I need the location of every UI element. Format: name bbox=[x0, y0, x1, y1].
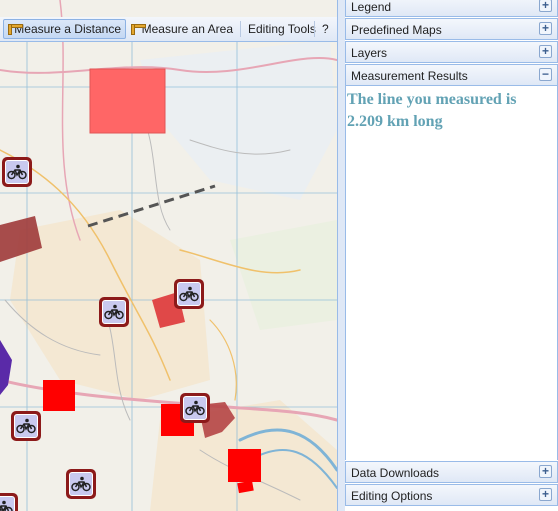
legend-title: Legend bbox=[351, 0, 392, 14]
expand-icon[interactable]: + bbox=[539, 488, 552, 501]
measurement-results-body: The line you measured is 2.209 km long bbox=[345, 86, 558, 460]
toolbar-separator bbox=[240, 21, 241, 37]
editing-tools-button[interactable]: Editing Tools bbox=[244, 19, 316, 39]
cycling-icon bbox=[16, 418, 36, 434]
side-panel: Legend + Predefined Maps + Layers + Meas… bbox=[345, 0, 558, 511]
expand-icon[interactable]: + bbox=[539, 22, 552, 35]
editing-options-panel-header[interactable]: Editing Options + bbox=[345, 484, 558, 506]
map-toolbar: Measure a Distance Measure an Area Editi… bbox=[0, 17, 337, 42]
cycling-poi[interactable] bbox=[11, 411, 41, 441]
expand-icon[interactable]: + bbox=[539, 0, 552, 12]
cycling-poi[interactable] bbox=[0, 493, 18, 511]
map-canvas[interactable]: Measure a Distance Measure an Area Editi… bbox=[0, 0, 337, 511]
measure-distance-button[interactable]: Measure a Distance bbox=[3, 19, 126, 39]
cycling-icon bbox=[104, 304, 124, 320]
cycling-icon bbox=[7, 164, 27, 180]
cycling-poi[interactable] bbox=[66, 469, 96, 499]
measure-area-label: Measure an Area bbox=[141, 22, 233, 36]
help-button[interactable]: ? bbox=[318, 19, 334, 39]
legend-panel-header[interactable]: Legend + bbox=[345, 0, 558, 17]
measure-area-icon bbox=[131, 23, 146, 35]
data-downloads-title: Data Downloads bbox=[351, 466, 440, 480]
help-label: ? bbox=[322, 22, 329, 36]
measurement-result-text: The line you measured is 2.209 km long bbox=[347, 91, 517, 130]
collapse-icon[interactable]: − bbox=[539, 68, 552, 81]
cycling-icon bbox=[179, 286, 199, 302]
predefined-maps-title: Predefined Maps bbox=[351, 23, 442, 37]
cycling-poi[interactable] bbox=[99, 297, 129, 327]
measurement-results-title: Measurement Results bbox=[351, 69, 468, 83]
panel-splitter[interactable] bbox=[337, 0, 345, 511]
measure-distance-label: Measure a Distance bbox=[14, 22, 121, 36]
editing-tools-label: Editing Tools bbox=[248, 22, 316, 36]
toolbar-separator bbox=[314, 21, 315, 37]
expand-icon[interactable]: + bbox=[539, 465, 552, 478]
expand-icon[interactable]: + bbox=[539, 45, 552, 58]
layers-title: Layers bbox=[351, 46, 388, 60]
cycling-icon bbox=[71, 476, 91, 492]
measurement-results-panel-header[interactable]: Measurement Results − bbox=[345, 64, 558, 86]
cycling-icon bbox=[0, 500, 13, 511]
cycling-icon bbox=[185, 400, 205, 416]
cycling-poi[interactable] bbox=[2, 157, 32, 187]
measure-area-button[interactable]: Measure an Area bbox=[127, 19, 237, 39]
cycling-poi[interactable] bbox=[174, 279, 204, 309]
ruler-icon bbox=[8, 23, 25, 35]
basemap bbox=[0, 0, 337, 511]
cycling-poi[interactable] bbox=[180, 393, 210, 423]
data-downloads-panel-header[interactable]: Data Downloads + bbox=[345, 461, 558, 483]
editing-options-title: Editing Options bbox=[351, 489, 433, 503]
layers-panel-header[interactable]: Layers + bbox=[345, 41, 558, 63]
predefined-maps-panel-header[interactable]: Predefined Maps + bbox=[345, 18, 558, 40]
